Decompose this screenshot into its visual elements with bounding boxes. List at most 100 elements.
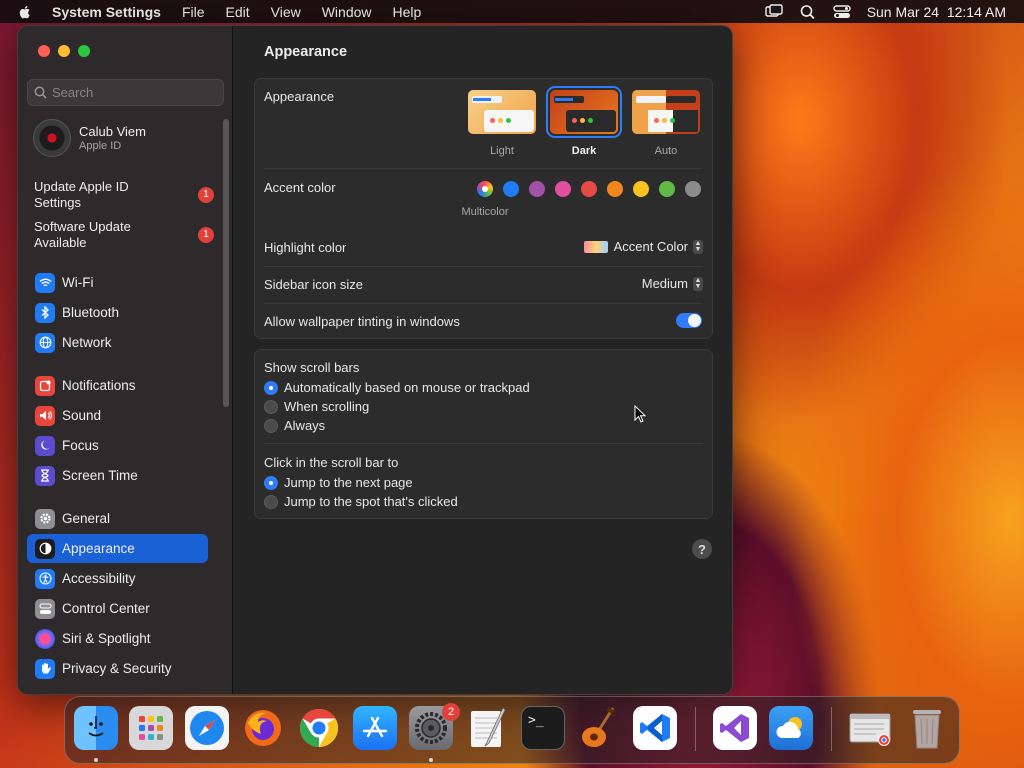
- minimize-window-button[interactable]: [58, 45, 70, 57]
- firefox-icon[interactable]: [241, 706, 285, 750]
- menu-app-name[interactable]: System Settings: [52, 4, 161, 20]
- radio-button[interactable]: [264, 399, 278, 414]
- sidebar-search[interactable]: [27, 79, 224, 106]
- chrome-window-icon[interactable]: [848, 706, 892, 750]
- appearance-icon: [35, 538, 55, 559]
- accent-color-blue[interactable]: [503, 181, 519, 197]
- sidebar-item-label: Screen Time: [62, 468, 138, 483]
- dock-separator: [695, 707, 696, 751]
- search-input[interactable]: [52, 85, 212, 100]
- sidebar-item-notifications[interactable]: Notifications: [27, 371, 208, 400]
- divider: [264, 266, 703, 267]
- globe-icon: [35, 332, 55, 353]
- accent-color-pink[interactable]: [555, 181, 571, 197]
- sidebar-item-control-center[interactable]: Control Center: [27, 594, 208, 623]
- radio-button[interactable]: [264, 475, 278, 490]
- highlight-color-popup[interactable]: Accent Color ▲ ▼: [583, 239, 703, 254]
- accent-color-red[interactable]: [581, 181, 597, 197]
- accent-color-graphite[interactable]: [685, 181, 701, 197]
- accent-color-orange[interactable]: [607, 181, 623, 197]
- chrome-icon[interactable]: [297, 706, 341, 750]
- menu-edit[interactable]: Edit: [226, 4, 250, 20]
- sidebar-item-screen-time[interactable]: Screen Time: [27, 461, 208, 490]
- trash-icon[interactable]: [905, 706, 949, 750]
- wifi-icon: [35, 272, 55, 293]
- highlight-swatch: [583, 240, 608, 253]
- finder-icon[interactable]: [74, 706, 118, 750]
- divider: [264, 168, 703, 169]
- spotlight-search-icon[interactable]: [799, 4, 817, 20]
- appearance-option-light[interactable]: [468, 90, 536, 134]
- dock-separator: [831, 707, 832, 751]
- sidebar-item-accessibility[interactable]: Accessibility: [27, 564, 208, 593]
- terminal-icon[interactable]: >_: [521, 706, 565, 750]
- sidebar-item-general[interactable]: General: [27, 504, 208, 533]
- visual-studio-icon[interactable]: [713, 706, 757, 750]
- sidebar-item-label: Focus: [62, 438, 99, 453]
- sidebar-item-focus[interactable]: Focus: [27, 431, 208, 460]
- sidebar-item-network[interactable]: Network: [27, 328, 208, 357]
- menu-window[interactable]: Window: [322, 4, 372, 20]
- radio-label: Jump to the spot that's clicked: [284, 494, 458, 509]
- zoom-window-button[interactable]: [78, 45, 90, 57]
- sidebar-item-privacy-security[interactable]: Privacy & Security: [27, 654, 208, 683]
- accent-color-green[interactable]: [659, 181, 675, 197]
- sidebar-item-sound[interactable]: Sound: [27, 401, 208, 430]
- menu-view[interactable]: View: [271, 4, 301, 20]
- textedit-icon[interactable]: [465, 706, 509, 750]
- safari-icon[interactable]: [185, 706, 229, 750]
- update-apple-id-alert[interactable]: Update Apple ID Settings 1: [34, 179, 214, 211]
- menu-file[interactable]: File: [182, 4, 205, 20]
- appearance-option-auto[interactable]: [632, 90, 700, 134]
- launchpad-icon[interactable]: [129, 706, 173, 750]
- apple-id-account[interactable]: Calub Viem Apple ID: [33, 119, 146, 157]
- notification-badge: 1: [198, 227, 214, 243]
- sidebar-item-label: Network: [62, 335, 112, 350]
- radio-scroll-when-scrolling[interactable]: When scrolling: [264, 399, 369, 414]
- sidebar-item-label: Sound: [62, 408, 102, 423]
- garageband-icon[interactable]: [577, 706, 621, 750]
- weather-icon[interactable]: [769, 706, 813, 750]
- sidebar-item-label: Wi-Fi: [62, 275, 94, 290]
- radio-label: Jump to the next page: [284, 475, 413, 490]
- radio-jump-to-spot[interactable]: Jump to the spot that's clicked: [264, 494, 458, 509]
- system-settings-window: Calub Viem Apple ID Update Apple ID Sett…: [17, 25, 733, 695]
- accent-color-yellow[interactable]: [633, 181, 649, 197]
- main-content: Appearance Appearance Light Dark Auto Ac…: [233, 26, 732, 694]
- control-center-menu-icon[interactable]: [832, 4, 851, 20]
- radio-button[interactable]: [264, 418, 278, 433]
- notification-badge: 1: [198, 187, 214, 203]
- menu-clock[interactable]: Sun Mar 24 12:14 AM: [867, 4, 1006, 20]
- menu-help[interactable]: Help: [393, 4, 422, 20]
- sidebar-item-label: General: [62, 511, 111, 526]
- avatar: [33, 119, 71, 157]
- sidebar-item-wifi[interactable]: Wi-Fi: [27, 268, 208, 297]
- appearance-option-dark[interactable]: [546, 86, 622, 138]
- radio-scroll-always[interactable]: Always: [264, 418, 325, 433]
- apple-menu-icon[interactable]: [17, 4, 33, 20]
- sidebar-scrollbar[interactable]: [223, 119, 229, 407]
- radio-scroll-automatic[interactable]: Automatically based on mouse or trackpad: [264, 380, 530, 395]
- sidebar-item-bluetooth[interactable]: Bluetooth: [27, 298, 208, 327]
- accent-color-multicolor[interactable]: [477, 181, 493, 197]
- software-update-alert[interactable]: Software Update Available 1: [34, 219, 214, 251]
- radio-button[interactable]: [264, 494, 278, 509]
- hourglass-icon: [35, 465, 55, 486]
- sidebar-item-siri-spotlight[interactable]: Siri & Spotlight: [27, 624, 208, 653]
- hand-icon: [35, 658, 55, 679]
- sidebar-item-label: Privacy & Security: [62, 661, 172, 676]
- close-window-button[interactable]: [38, 45, 50, 57]
- screen-mirroring-icon[interactable]: [764, 3, 783, 20]
- chevron-updown-icon: ▲ ▼: [693, 239, 703, 254]
- accent-color-purple[interactable]: [529, 181, 545, 197]
- wallpaper-tinting-toggle[interactable]: [676, 313, 702, 328]
- vscode-icon[interactable]: [633, 706, 677, 750]
- radio-button[interactable]: [264, 380, 278, 395]
- chevron-updown-icon: ▲ ▼: [693, 276, 703, 291]
- sidebar-item-appearance[interactable]: Appearance: [27, 534, 208, 563]
- user-name: Calub Viem: [79, 124, 146, 139]
- radio-jump-next-page[interactable]: Jump to the next page: [264, 475, 413, 490]
- help-button[interactable]: ?: [692, 539, 712, 559]
- app-store-icon[interactable]: [353, 706, 397, 750]
- sidebar-icon-size-popup[interactable]: Medium ▲ ▼: [642, 276, 703, 291]
